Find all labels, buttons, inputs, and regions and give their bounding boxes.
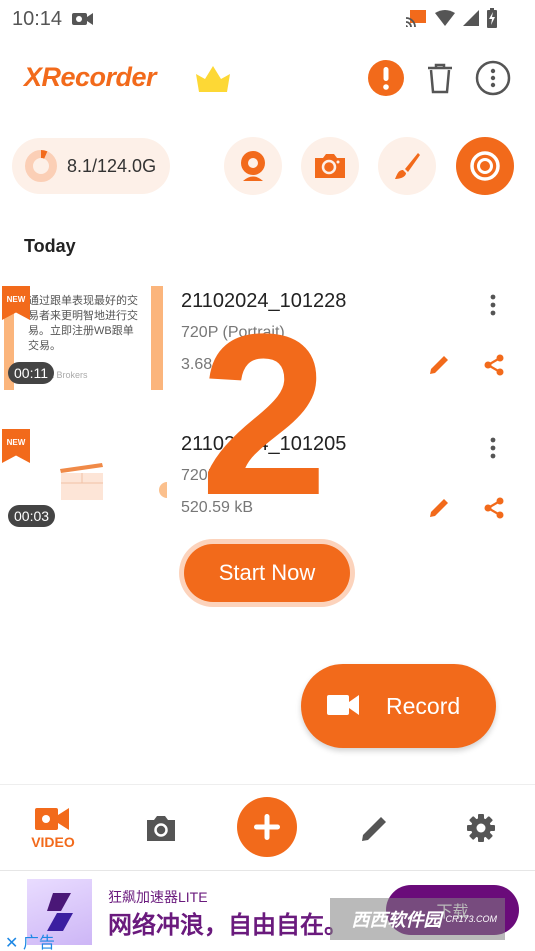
recording-item[interactable]: 通过跟单表现最好的交易者来更明智地进行交易。立即注册WB跟单交易。 Wikifx… [0,282,535,402]
camera-icon [315,154,345,178]
battery-charging-icon [487,8,497,28]
camera-icon [147,816,175,841]
videocam-icon [327,695,359,715]
start-now-button[interactable]: Start Now [179,539,355,607]
recording-share-button[interactable] [479,493,509,523]
storage-text: 8.1/124.0G [67,155,157,176]
status-bar: 10:14 [0,0,535,38]
recording-title: 21102024_101205 [181,433,347,455]
crown-icon[interactable] [196,66,230,92]
nav-add-button[interactable] [237,797,297,857]
watermark: 西西软件园 CR173.COM [330,898,505,940]
watermark-sub: CR173.COM [445,914,497,924]
ad-slogan: 网络冲浪，自由自在。 [108,912,348,939]
lightning-logo-icon [47,893,73,931]
record-label: Record [386,692,461,719]
signal-icon [463,10,479,26]
recording-more-button[interactable] [478,433,508,463]
watermark-text: 西西软件园 [351,910,442,930]
share-icon [484,497,504,519]
new-badge: NEW [2,286,30,320]
videocam-icon [35,808,69,830]
screenshot-button[interactable] [301,137,359,195]
section-title-today: Today [24,236,76,256]
storage-ring-icon [25,150,57,182]
thumbnail-text: 通过跟单表现最好的交易者来更明智地进行交易。立即注册WB跟单交易。 [28,295,138,352]
thumbnail-bar-right [151,286,163,390]
recording-edit-button[interactable] [424,493,454,523]
more-options-button[interactable] [473,58,513,98]
recording-share-button[interactable] [479,350,509,380]
bottom-navigation: VIDEO [0,784,535,870]
brush-icon [395,153,420,179]
start-now-label: Start Now [184,544,350,602]
more-vert-icon [490,294,496,316]
nav-screenshot[interactable] [140,785,182,871]
record-button-quick[interactable] [456,137,514,195]
duration-badge: 00:03 [8,505,56,527]
recording-title: 21102024_101228 [181,290,347,312]
recording-edit-button[interactable] [424,350,454,380]
recording-thumbnail[interactable]: 通过跟单表现最好的交易者来更明智地进行交易。立即注册WB跟单交易。 Wikifx… [0,282,168,392]
plus-icon [254,814,280,840]
recording-size: 3.68 [181,356,213,373]
recording-more-button[interactable] [478,290,508,320]
alert-icon [368,60,404,96]
more-vert-icon [475,60,511,96]
clapperboard-icon [60,463,103,500]
status-icons [405,8,497,28]
new-badge: NEW [2,429,30,463]
storage-indicator[interactable]: 8.1/124.0G [12,138,170,194]
cast-icon [405,10,426,27]
settings-icon [467,814,495,842]
record-button[interactable]: Record [301,664,496,748]
recording-thumbnail[interactable]: NEW 00:03 [0,425,168,535]
more-vert-icon [490,437,496,459]
ad-close-button[interactable]: ✕ 广告 [5,929,55,951]
delete-button[interactable] [420,58,460,98]
duration-badge: 00:11 [8,362,54,384]
ad-app-name: 狂飙加速器LITE [108,889,208,905]
brush-button[interactable] [378,137,436,195]
status-time: 10:14 [12,8,63,30]
trash-icon [428,63,452,94]
edit-icon [362,817,386,841]
recording-resolution: 720P (Portrait) [181,467,285,484]
recording-item[interactable]: NEW 00:03 21102024_101205 720P (Portrait… [0,425,535,545]
share-icon [484,354,504,376]
facecam-button[interactable] [224,137,282,195]
video-record-icon [72,13,93,25]
nav-settings[interactable] [460,785,502,871]
nav-video-label: VIDEO [31,834,75,850]
alert-button[interactable] [366,58,406,98]
app-bar: XRecorder [0,50,535,106]
edit-icon [430,356,448,374]
wifi-icon [435,10,455,26]
nav-video[interactable]: VIDEO [22,785,84,871]
app-logo: XRecorder [24,62,157,92]
webcam-icon [241,151,265,181]
nav-edit[interactable] [354,785,396,871]
recording-resolution: 720P (Portrait) [181,324,285,341]
recording-size: 520.59 kB [181,499,254,516]
record-icon [470,151,500,181]
thumbnail-dot [159,482,167,498]
edit-icon [430,499,448,517]
